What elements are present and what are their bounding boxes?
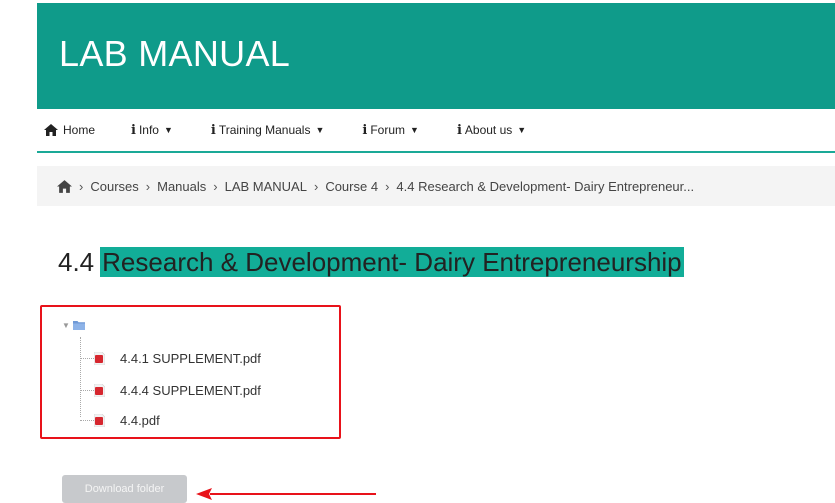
breadcrumb-current[interactable]: 4.4 Research & Development- Dairy Entrep…	[396, 179, 694, 194]
nav-info-label: Info	[138, 123, 159, 137]
page-title-number: 4.4	[58, 247, 95, 277]
nav-training-manuals[interactable]: i Training Manuals ▼	[211, 123, 324, 138]
breadcrumb-home-icon[interactable]	[57, 179, 72, 193]
pdf-icon	[94, 383, 105, 397]
file-name[interactable]: 4.4.1 SUPPLEMENT.pdf	[120, 351, 261, 366]
file-name[interactable]: 4.4.4 SUPPLEMENT.pdf	[120, 383, 261, 398]
nav-info[interactable]: i Info ▼	[131, 123, 173, 138]
nav-training-label: Training Manuals	[218, 123, 311, 137]
breadcrumb-manuals[interactable]: Manuals	[157, 179, 206, 194]
breadcrumb-separator: ›	[79, 178, 84, 194]
annotation-arrow	[196, 488, 376, 500]
pdf-icon	[94, 351, 105, 365]
caret-down-icon: ▼	[163, 125, 173, 135]
info-icon: i	[362, 122, 368, 138]
breadcrumb-course-4[interactable]: Course 4	[325, 179, 378, 194]
breadcrumb-courses[interactable]: Courses	[90, 179, 138, 194]
download-folder-button[interactable]: Download folder	[62, 475, 187, 503]
tree-connector	[80, 389, 94, 391]
info-icon: i	[131, 122, 136, 138]
page-title: 4.4 Research & Development- Dairy Entrepr…	[58, 247, 684, 278]
nav-about-us[interactable]: i About us ▼	[457, 123, 526, 138]
breadcrumb-separator: ›	[145, 178, 151, 194]
tree-connector	[80, 357, 94, 359]
pdf-icon	[94, 413, 105, 427]
folder-tree: ▼ 4.4.1 SUPPLEMENT.pdf 4.4.4 SUPPLEMENT.…	[40, 305, 341, 439]
main-navbar: Home i Info ▼ i Training Manuals ▼ i For…	[37, 109, 835, 153]
tree-connector	[80, 419, 94, 421]
file-name[interactable]: 4.4.pdf	[120, 413, 160, 428]
nav-home-label: Home	[63, 123, 96, 137]
tree-toggle-icon[interactable]: ▼	[62, 321, 70, 330]
site-header: LAB MANUAL	[37, 3, 835, 109]
page-title-text: Research & Development- Dairy Entreprene…	[100, 247, 684, 277]
breadcrumb-separator: ›	[313, 178, 319, 194]
nav-home[interactable]: Home	[44, 123, 95, 137]
file-item[interactable]: 4.4.1 SUPPLEMENT.pdf	[80, 347, 261, 369]
nav-forum[interactable]: i Forum ▼	[362, 123, 419, 138]
info-icon: i	[456, 122, 462, 138]
breadcrumb-lab-manual[interactable]: LAB MANUAL	[225, 179, 307, 194]
site-title[interactable]: LAB MANUAL	[59, 33, 290, 75]
breadcrumb-separator: ›	[213, 178, 218, 194]
home-icon	[44, 124, 63, 136]
caret-down-icon: ▼	[517, 125, 527, 135]
nav-forum-label: Forum	[370, 123, 406, 137]
file-item[interactable]: 4.4.pdf	[80, 409, 160, 431]
folder-icon[interactable]	[73, 320, 85, 330]
breadcrumb-separator: ›	[385, 178, 390, 194]
info-icon: i	[210, 122, 216, 138]
file-item[interactable]: 4.4.4 SUPPLEMENT.pdf	[80, 379, 261, 401]
caret-down-icon: ▼	[410, 125, 419, 135]
caret-down-icon: ▼	[315, 125, 325, 135]
nav-about-label: About us	[464, 123, 513, 137]
breadcrumb: › Courses › Manuals › LAB MANUAL › Cours…	[37, 166, 835, 206]
